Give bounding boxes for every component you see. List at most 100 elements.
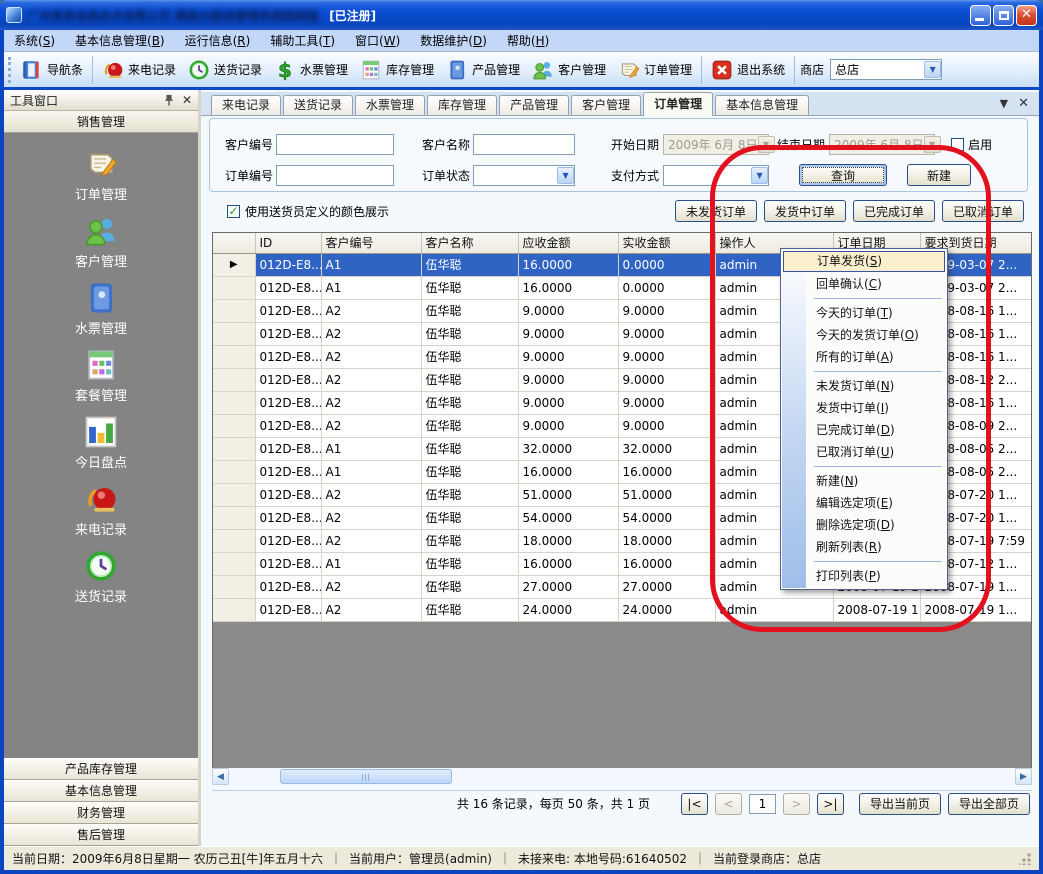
tab-customer[interactable]: 客户管理 [571,95,641,115]
order-no-input[interactable] [276,165,394,186]
group-after-sales[interactable]: 售后管理 [4,824,198,846]
group-product-inventory[interactable]: 产品库存管理 [4,758,198,780]
shipping-orders-button[interactable]: 发货中订单 [764,200,846,222]
sidebar-item-package[interactable]: 套餐管理 [4,342,198,409]
sidebar-item-customer[interactable]: 客户管理 [4,208,198,275]
tab-product[interactable]: 产品管理 [499,95,569,115]
toolbar-button-nav-bar[interactable]: 导航条 [15,54,89,86]
menu-window[interactable]: 窗口(W) [345,30,410,51]
menu-run-info[interactable]: 运行信息(R) [175,30,261,51]
end-date-picker[interactable]: 2009年 6月 8日 ▼ [829,134,935,155]
toolbar-button-water-ticket[interactable]: $水票管理 [268,54,354,86]
tab-basic-info[interactable]: 基本信息管理 [715,95,809,115]
order-status-select[interactable]: ▼ [473,165,575,186]
tab-inventory[interactable]: 库存管理 [427,95,497,115]
pin-icon[interactable] [163,94,175,106]
group-basic-info[interactable]: 基本信息管理 [4,780,198,802]
toolbar-button-exit[interactable]: 退出系统 [705,54,791,86]
context-menu-item-today-orders[interactable]: 今天的订单(T) [782,302,946,324]
resize-grip-icon[interactable] [1019,853,1031,865]
menu-basic-info[interactable]: 基本信息管理(B) [65,30,175,51]
column-header-2[interactable]: 客户名称 [421,233,518,253]
tab-delivery-records[interactable]: 送货记录 [283,95,353,115]
toolbar-button-order[interactable]: 订单管理 [612,54,698,86]
menu-help[interactable]: 帮助(H) [497,30,559,51]
unshipped-orders-button[interactable]: 未发货订单 [675,200,757,222]
tab-call-records[interactable]: 来电记录 [211,95,281,115]
context-menu-item-cancelled-orders[interactable]: 已取消订单(U) [782,441,946,463]
column-header-1[interactable]: 客户编号 [321,233,421,253]
tab-water-ticket[interactable]: 水票管理 [355,95,425,115]
context-menu-item-today-ship-orders[interactable]: 今天的发货订单(O) [782,324,946,346]
export-current-page-button[interactable]: 导出当前页 [859,793,941,815]
scroll-right-icon[interactable]: ▶ [1015,768,1032,785]
next-page-button[interactable]: > [783,793,810,815]
tab-order[interactable]: 订单管理 [643,92,713,116]
context-menu-item-ship-order[interactable]: 订单发货(S) [783,251,945,272]
pay-method-select[interactable]: ▼ [663,165,769,186]
page-number-input[interactable] [749,794,776,814]
context-menu-item-new[interactable]: 新建(N) [782,470,946,492]
context-menu-item-shipping-orders[interactable]: 发货中订单(I) [782,397,946,419]
toolbar-button-delivery-records[interactable]: 送货记录 [182,54,268,86]
toolbar-button-customer[interactable]: 客户管理 [526,54,612,86]
column-header-4[interactable]: 实收金额 [618,233,715,253]
last-page-button[interactable]: >| [817,793,844,815]
completed-orders-button[interactable]: 已完成订单 [853,200,935,222]
sidebar-item-delivery-records[interactable]: 送货记录 [4,543,198,610]
context-menu-item-completed-orders[interactable]: 已完成订单(D) [782,419,946,441]
product-icon [446,59,468,81]
scrollbar-thumb[interactable] [280,769,452,784]
column-header-0[interactable]: ID [255,233,321,253]
context-menu-item-unshipped-orders[interactable]: 未发货订单(N) [782,375,946,397]
context-menu-item-refresh-list[interactable]: 刷新列表(R) [782,536,946,558]
context-menu-item-receipt-confirm[interactable]: 回单确认(C) [782,273,946,295]
cell-received: 16.0000 [618,552,715,575]
row-selector [213,414,255,437]
minimize-button[interactable] [970,5,991,26]
toolbar-button-inventory[interactable]: 库存管理 [354,54,440,86]
export-all-pages-button[interactable]: 导出全部页 [948,793,1030,815]
scroll-left-icon[interactable]: ◀ [212,768,229,785]
toolbar-grip[interactable] [8,57,11,83]
close-button[interactable]: ✕ [1016,5,1037,26]
prev-page-button[interactable]: < [715,793,742,815]
enable-date-checkbox[interactable] [951,138,964,151]
color-display-checkbox[interactable] [227,205,240,218]
context-menu-item-all-orders[interactable]: 所有的订单(A) [782,346,946,368]
sidebar-section-sales[interactable]: 销售管理 [4,111,198,133]
toolbar-button-call-records[interactable]: 来电记录 [96,54,182,86]
sidebar-item-order[interactable]: 订单管理 [4,141,198,208]
context-menu-item-delete-selected[interactable]: 删除选定项(D) [782,514,946,536]
sidebar-item-call-records[interactable]: 来电记录 [4,476,198,543]
shop-select[interactable]: 总店▼ [830,59,942,80]
tab-close-icon[interactable]: ✕ [1018,96,1029,111]
table-row[interactable]: 012D-E8...A2伍华聪24.000024.0000admin2008-0… [213,598,1032,621]
sidebar-item-today-check[interactable]: 今日盘点 [4,409,198,476]
context-menu-item-edit-selected[interactable]: 编辑选定项(E) [782,492,946,514]
window-title-registered-badge: [已注册] [329,7,376,24]
cancelled-orders-button[interactable]: 已取消订单 [942,200,1024,222]
order-status-label: 订单状态 [422,167,470,184]
menu-system[interactable]: 系统(S) [4,30,65,51]
new-button[interactable]: 新建 [907,164,971,186]
menu-data-maintain[interactable]: 数据维护(D) [410,30,497,51]
horizontal-scrollbar[interactable]: ◀ ▶ [212,768,1032,785]
customer-no-input[interactable] [276,134,394,155]
scrollbar-track[interactable] [229,768,1015,785]
customer-name-input[interactable] [473,134,575,155]
query-button[interactable]: 查询 [799,164,887,186]
tool-window-close-icon[interactable]: ✕ [182,93,192,107]
menu-aux-tools[interactable]: 辅助工具(T) [260,30,345,51]
cell-customer_no: A1 [321,276,421,299]
first-page-button[interactable]: |< [681,793,708,815]
start-date-picker[interactable]: 2009年 6月 8日 ▼ [663,134,769,155]
toolbar-button-product[interactable]: 产品管理 [440,54,526,86]
maximize-button[interactable] [993,5,1014,26]
start-date-label: 开始日期 [611,136,659,153]
tab-list-dropdown-icon[interactable]: ▼ [1000,97,1008,110]
sidebar-item-water-ticket[interactable]: 水票管理 [4,275,198,342]
context-menu-item-print-list[interactable]: 打印列表(P) [782,565,946,587]
group-finance[interactable]: 财务管理 [4,802,198,824]
column-header-3[interactable]: 应收金额 [518,233,618,253]
